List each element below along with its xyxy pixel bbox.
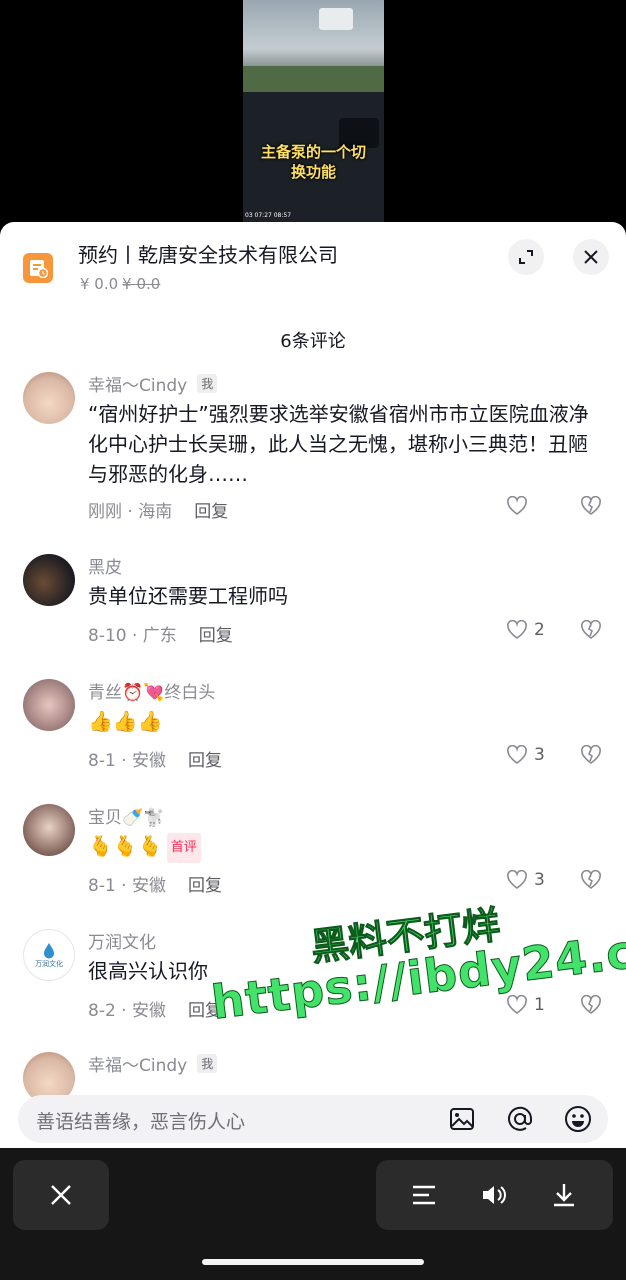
author-name: 宝贝🍼🐩 bbox=[88, 808, 165, 828]
expand-button[interactable] bbox=[508, 239, 544, 275]
reply-button[interactable]: 回复 bbox=[199, 626, 233, 646]
emoji-icon[interactable] bbox=[564, 1105, 592, 1133]
comment-text: 很高兴认识你 bbox=[88, 959, 208, 983]
comment-author[interactable]: 幸福～Cindy 我 bbox=[88, 1051, 218, 1076]
bottom-player-bar bbox=[0, 1148, 626, 1280]
dislike-button[interactable] bbox=[580, 869, 602, 894]
close-icon bbox=[51, 1185, 71, 1205]
comments-count: 6条评论 bbox=[280, 331, 346, 352]
author-name: 万润文化 bbox=[88, 933, 156, 953]
heart-icon bbox=[507, 496, 527, 515]
me-badge: 我 bbox=[197, 1054, 218, 1073]
dislike-button[interactable] bbox=[580, 994, 602, 1019]
like-button[interactable]: 2 bbox=[506, 620, 545, 640]
like-button[interactable]: 3 bbox=[506, 870, 545, 890]
comment-text: “宿州好护士”强烈要求选举安徽省宿州市市立医院血液净化中心护士长吴珊，此人当之无… bbox=[88, 402, 589, 486]
close-icon bbox=[584, 250, 598, 264]
comment-meta: 8-2 · 安徽 回复 bbox=[88, 996, 222, 1021]
video-caption: 主备泵的一个切 换功能 bbox=[243, 142, 384, 182]
video-preview[interactable]: 主备泵的一个切 换功能 03 07:27 08:57 bbox=[243, 0, 384, 222]
calendar-icon[interactable] bbox=[23, 253, 53, 283]
current-price: ¥ 0.0 bbox=[80, 275, 119, 293]
comment-author[interactable]: 万润文化 bbox=[88, 928, 156, 953]
like-button[interactable]: 1 bbox=[506, 995, 545, 1015]
price: ¥ 0.0 ¥ 0.0 bbox=[80, 275, 160, 293]
avatar[interactable]: 万润文化 bbox=[23, 929, 75, 981]
comment-emoji: 🫰🫰🫰 bbox=[88, 834, 163, 858]
heart-icon bbox=[507, 620, 527, 639]
comment-time-location: 8-2 · 安徽 bbox=[88, 1001, 166, 1021]
comment-meta: 8-10 · 广东 回复 bbox=[88, 621, 233, 646]
download-icon[interactable] bbox=[550, 1181, 578, 1209]
original-price: ¥ 0.0 bbox=[122, 275, 161, 293]
home-indicator[interactable] bbox=[202, 1259, 424, 1265]
avatar[interactable] bbox=[23, 372, 75, 424]
video-mirror bbox=[319, 8, 353, 30]
comment-text: 贵单位还需要工程师吗 bbox=[88, 584, 288, 608]
close-player-button[interactable] bbox=[13, 1160, 109, 1230]
water-drop-logo-icon bbox=[44, 943, 54, 959]
business-title[interactable]: 预约丨乾唐安全技术有限公司 bbox=[78, 239, 338, 268]
comment-meta: 刚刚 · 海南 回复 bbox=[88, 497, 228, 522]
image-icon[interactable] bbox=[448, 1105, 476, 1133]
avatar[interactable] bbox=[23, 554, 75, 606]
comment-author[interactable]: 幸福～Cindy 我 bbox=[88, 371, 218, 396]
broken-heart-icon bbox=[581, 619, 601, 639]
broken-heart-icon bbox=[581, 869, 601, 889]
volume-icon[interactable] bbox=[480, 1181, 508, 1209]
heart-icon bbox=[507, 870, 527, 889]
reply-button[interactable]: 回复 bbox=[188, 751, 222, 771]
comment-author[interactable]: 黑皮 bbox=[88, 553, 122, 578]
reply-button[interactable]: 回复 bbox=[188, 1001, 222, 1021]
player-controls bbox=[376, 1160, 613, 1230]
dislike-button[interactable] bbox=[580, 619, 602, 644]
author-name: 幸福～Cindy bbox=[88, 1056, 188, 1076]
like-button[interactable] bbox=[506, 496, 534, 516]
comment-input-placeholder: 善语结善缘，恶言伤人心 bbox=[36, 1111, 246, 1133]
mention-icon[interactable] bbox=[506, 1105, 534, 1133]
menu-icon[interactable] bbox=[410, 1181, 438, 1209]
comment-author[interactable]: 青丝⏰💘终白头 bbox=[88, 678, 215, 703]
heart-icon bbox=[507, 995, 527, 1014]
me-badge: 我 bbox=[197, 374, 218, 393]
heart-icon bbox=[507, 745, 527, 764]
comment-meta: 8-1 · 安徽 回复 bbox=[88, 871, 222, 896]
dislike-button[interactable] bbox=[580, 495, 602, 520]
broken-heart-icon bbox=[581, 495, 601, 515]
comment-author[interactable]: 宝贝🍼🐩 bbox=[88, 803, 164, 828]
dislike-button[interactable] bbox=[580, 744, 602, 769]
like-count: 3 bbox=[534, 870, 545, 890]
comment-text: 👍👍👍 bbox=[88, 709, 163, 733]
video-timestamp: 03 07:27 08:57 bbox=[245, 212, 292, 219]
broken-heart-icon bbox=[581, 994, 601, 1014]
comment-input[interactable]: 善语结善缘，恶言伤人心 bbox=[18, 1095, 608, 1143]
comment-time-location: 刚刚 · 海南 bbox=[88, 502, 173, 522]
avatar-brand-text: 万润文化 bbox=[35, 960, 63, 968]
comment-time-location: 8-1 · 安徽 bbox=[88, 751, 166, 771]
video-caption-line1: 主备泵的一个切 bbox=[260, 143, 366, 161]
close-button[interactable] bbox=[573, 239, 609, 275]
author-name: 青丝⏰💘终白头 bbox=[88, 683, 216, 703]
video-caption-line2: 换功能 bbox=[290, 163, 336, 181]
avatar[interactable] bbox=[23, 679, 75, 731]
expand-icon bbox=[519, 250, 533, 264]
author-name: 黑皮 bbox=[88, 558, 122, 578]
avatar[interactable] bbox=[23, 804, 75, 856]
reply-button[interactable]: 回复 bbox=[194, 502, 228, 522]
like-count: 3 bbox=[534, 745, 545, 765]
like-count: 2 bbox=[534, 620, 545, 640]
comment-meta: 8-1 · 安徽 回复 bbox=[88, 746, 222, 771]
broken-heart-icon bbox=[581, 744, 601, 764]
reply-button[interactable]: 回复 bbox=[188, 876, 222, 896]
comment-sheet: 预约丨乾唐安全技术有限公司 ¥ 0.0 ¥ 0.0 6条评论 幸福～Cindy 我 … bbox=[0, 222, 626, 1148]
like-button[interactable]: 3 bbox=[506, 745, 545, 765]
comment-time-location: 8-1 · 安徽 bbox=[88, 876, 166, 896]
author-name: 幸福～Cindy bbox=[88, 376, 188, 396]
comment-text: 🫰🫰🫰 首评 bbox=[88, 831, 603, 863]
first-comment-badge: 首评 bbox=[166, 832, 201, 863]
video-scenery bbox=[243, 66, 384, 92]
like-count: 1 bbox=[534, 995, 545, 1015]
comment-time-location: 8-10 · 广东 bbox=[88, 626, 177, 646]
